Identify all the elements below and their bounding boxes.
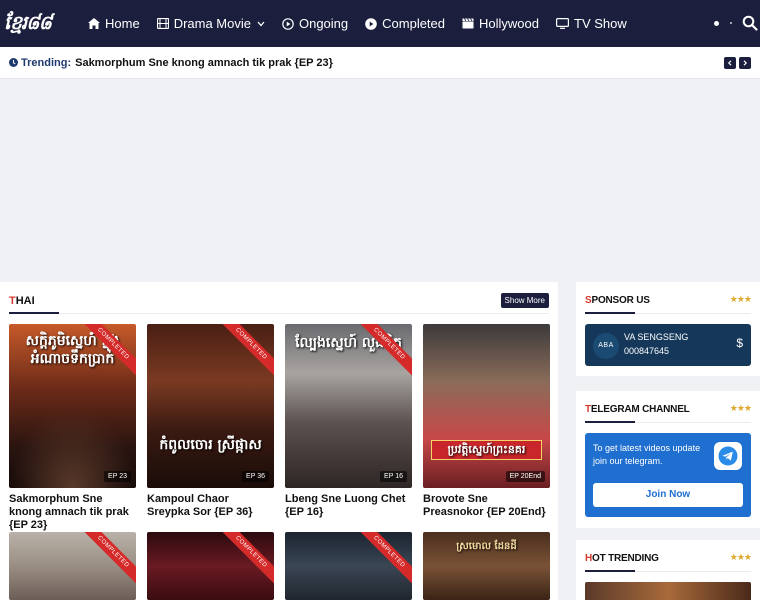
movie-title[interactable]: Brovote Sne Preasnokor {EP 20End}	[423, 493, 550, 519]
nav-home[interactable]: Home	[88, 16, 140, 31]
completed-ribbon: COMPLETED	[214, 532, 274, 589]
trending-label-text: Trending:	[21, 56, 72, 69]
play-circle-filled-icon	[365, 17, 377, 30]
poster-title: ស្រមោល ដែនដី	[456, 541, 517, 552]
moon-icon	[730, 22, 732, 24]
clapperboard-icon	[462, 18, 474, 29]
top-navbar: ខ្មែរ៨៨ Home Drama Movie Ongoing Complet…	[0, 0, 760, 47]
widget-underline	[585, 570, 635, 572]
section-title: THAI	[9, 295, 35, 307]
theme-toggle[interactable]	[714, 17, 732, 29]
telegram-icon[interactable]	[714, 442, 742, 470]
movie-title[interactable]: Kampoul Chaor Sreypka Sor {EP 36}	[147, 493, 274, 519]
movie-card[interactable]: ប្រវត្តិស្នេហ៍ព្រះនគរ EP 20End Brovote S…	[423, 324, 550, 519]
movie-poster[interactable]: កំពូលចោរ ស្រីផ្កាស COMPLETED EP 36	[147, 324, 274, 488]
poster-title: ប្រវត្តិស្នេហ៍ព្រះនគរ	[431, 440, 542, 460]
show-more-button[interactable]: Show More	[500, 293, 549, 308]
completed-ribbon: COMPLETED	[214, 324, 274, 381]
chevron-down-icon	[257, 21, 265, 26]
stars-icon: ★★★	[729, 294, 752, 304]
chevron-left-icon	[727, 60, 732, 66]
widget-header: HOT TRENDING ★★★	[585, 550, 752, 572]
widget-underline	[585, 421, 635, 423]
nav-tv-show-label: TV Show	[574, 16, 627, 31]
tv-icon	[556, 18, 569, 29]
episode-badge: EP 16	[380, 471, 407, 482]
section-underline	[9, 312, 59, 314]
nav-tv-show[interactable]: TV Show	[556, 16, 627, 31]
clock-icon	[9, 58, 18, 67]
nav-hollywood-label: Hollywood	[479, 16, 539, 31]
sun-icon	[714, 20, 719, 26]
nav-completed-label: Completed	[382, 16, 446, 31]
telegram-widget: TELEGRAM CHANNEL ★★★ To get latest video…	[576, 391, 760, 528]
widget-title: TELEGRAM CHANNEL	[585, 404, 690, 415]
trending-label: Trending:	[9, 57, 71, 69]
search-icon[interactable]	[742, 15, 758, 31]
hot-trending-widget: HOT TRENDING ★★★	[576, 540, 760, 600]
widget-title: HOT TRENDING	[585, 553, 659, 564]
trending-link[interactable]: Sakmorphum Sne knong amnach tik prak {EP…	[75, 57, 333, 69]
movie-poster[interactable]: COMPLETED	[9, 532, 136, 600]
movie-card[interactable]: ស្រមោល ដែនដី	[423, 532, 550, 600]
episode-badge: EP 23	[104, 471, 131, 482]
movie-poster[interactable]: ល្បែងស្នេហ៍ លួងចិត្ត COMPLETED EP 16	[285, 324, 412, 488]
trending-next-button[interactable]	[739, 57, 751, 69]
section-header: THAI Show More	[9, 292, 549, 314]
movie-poster[interactable]: ប្រវត្តិស្នេហ៍ព្រះនគរ EP 20End	[423, 324, 550, 488]
nav-ongoing-label: Ongoing	[298, 16, 349, 31]
film-icon	[156, 18, 169, 29]
movie-card[interactable]: COMPLETED	[285, 532, 412, 600]
widget-underline	[585, 312, 635, 314]
sponsor-widget: SPONSOR US ★★★ ABA VA SENGSENG 000847645…	[576, 282, 760, 376]
bank-logo: ABA	[593, 333, 619, 359]
stars-icon: ★★★	[729, 403, 752, 413]
trending-thumbnail[interactable]	[585, 582, 751, 600]
sponsor-account-number: 000847645	[624, 346, 670, 356]
movie-card[interactable]: សក្ដិភូមិស្នេហ៍ ក្នុងអំណាចទឹកប្រាក់ COMP…	[9, 324, 136, 532]
completed-ribbon: COMPLETED	[76, 532, 136, 589]
home-icon	[88, 18, 100, 29]
episode-badge: EP 20End	[505, 471, 545, 482]
movie-poster[interactable]: ស្រមោល ដែនដី	[423, 532, 550, 600]
telegram-card: To get latest videos update join our tel…	[585, 433, 751, 517]
completed-ribbon: COMPLETED	[352, 324, 412, 381]
movie-card[interactable]: ល្បែងស្នេហ៍ លួងចិត្ត COMPLETED EP 16 Lbe…	[285, 324, 412, 519]
movie-card[interactable]: កំពូលចោរ ស្រីផ្កាស COMPLETED EP 36 Kampo…	[147, 324, 274, 519]
nav-completed[interactable]: Completed	[365, 16, 445, 31]
trending-bar: Trending: Sakmorphum Sne knong amnach ti…	[0, 47, 760, 79]
play-circle-icon	[282, 17, 294, 30]
poster-title: កំពូលចោរ ស្រីផ្កាស	[159, 437, 262, 453]
widget-title: SPONSOR US	[585, 295, 650, 306]
nav-drama-movie[interactable]: Drama Movie	[156, 16, 265, 31]
movie-poster[interactable]: COMPLETED	[285, 532, 412, 600]
movie-title[interactable]: Sakmorphum Sne knong amnach tik prak {EP…	[9, 493, 136, 532]
dollar-icon: $	[736, 336, 743, 350]
join-now-button[interactable]: Join Now	[593, 483, 743, 507]
widget-header: SPONSOR US ★★★	[585, 292, 752, 314]
movie-card[interactable]: COMPLETED	[147, 532, 274, 600]
trending-prev-button[interactable]	[724, 57, 736, 69]
nav-ongoing[interactable]: Ongoing	[282, 16, 348, 31]
movie-title[interactable]: Lbeng Sne Luong Chet {EP 16}	[285, 493, 412, 519]
movie-poster[interactable]: សក្ដិភូមិស្នេហ៍ ក្នុងអំណាចទឹកប្រាក់ COMP…	[9, 324, 136, 488]
movie-card[interactable]: COMPLETED	[9, 532, 136, 600]
nav-hollywood[interactable]: Hollywood	[462, 16, 539, 31]
nav-drama-movie-label: Drama Movie	[173, 16, 251, 31]
sponsor-card[interactable]: ABA VA SENGSENG 000847645 $	[585, 324, 751, 366]
sponsor-name: VA SENGSENG	[624, 332, 689, 342]
nav-home-label: Home	[105, 16, 140, 31]
telegram-text: To get latest videos update join our tel…	[593, 443, 701, 466]
thai-section: THAI Show More សក្ដិភូមិស្នេហ៍ ក្នុងអំណា…	[0, 282, 558, 600]
stars-icon: ★★★	[729, 552, 752, 562]
widget-header: TELEGRAM CHANNEL ★★★	[585, 401, 752, 423]
ad-space	[0, 80, 760, 280]
chevron-right-icon	[743, 60, 748, 66]
site-logo[interactable]: ខ្មែរ៨៨	[4, 9, 62, 37]
episode-badge: EP 36	[242, 471, 269, 482]
main-nav: Home Drama Movie Ongoing Completed Holly…	[88, 0, 644, 47]
movie-poster[interactable]: COMPLETED	[147, 532, 274, 600]
completed-ribbon: COMPLETED	[352, 532, 412, 589]
